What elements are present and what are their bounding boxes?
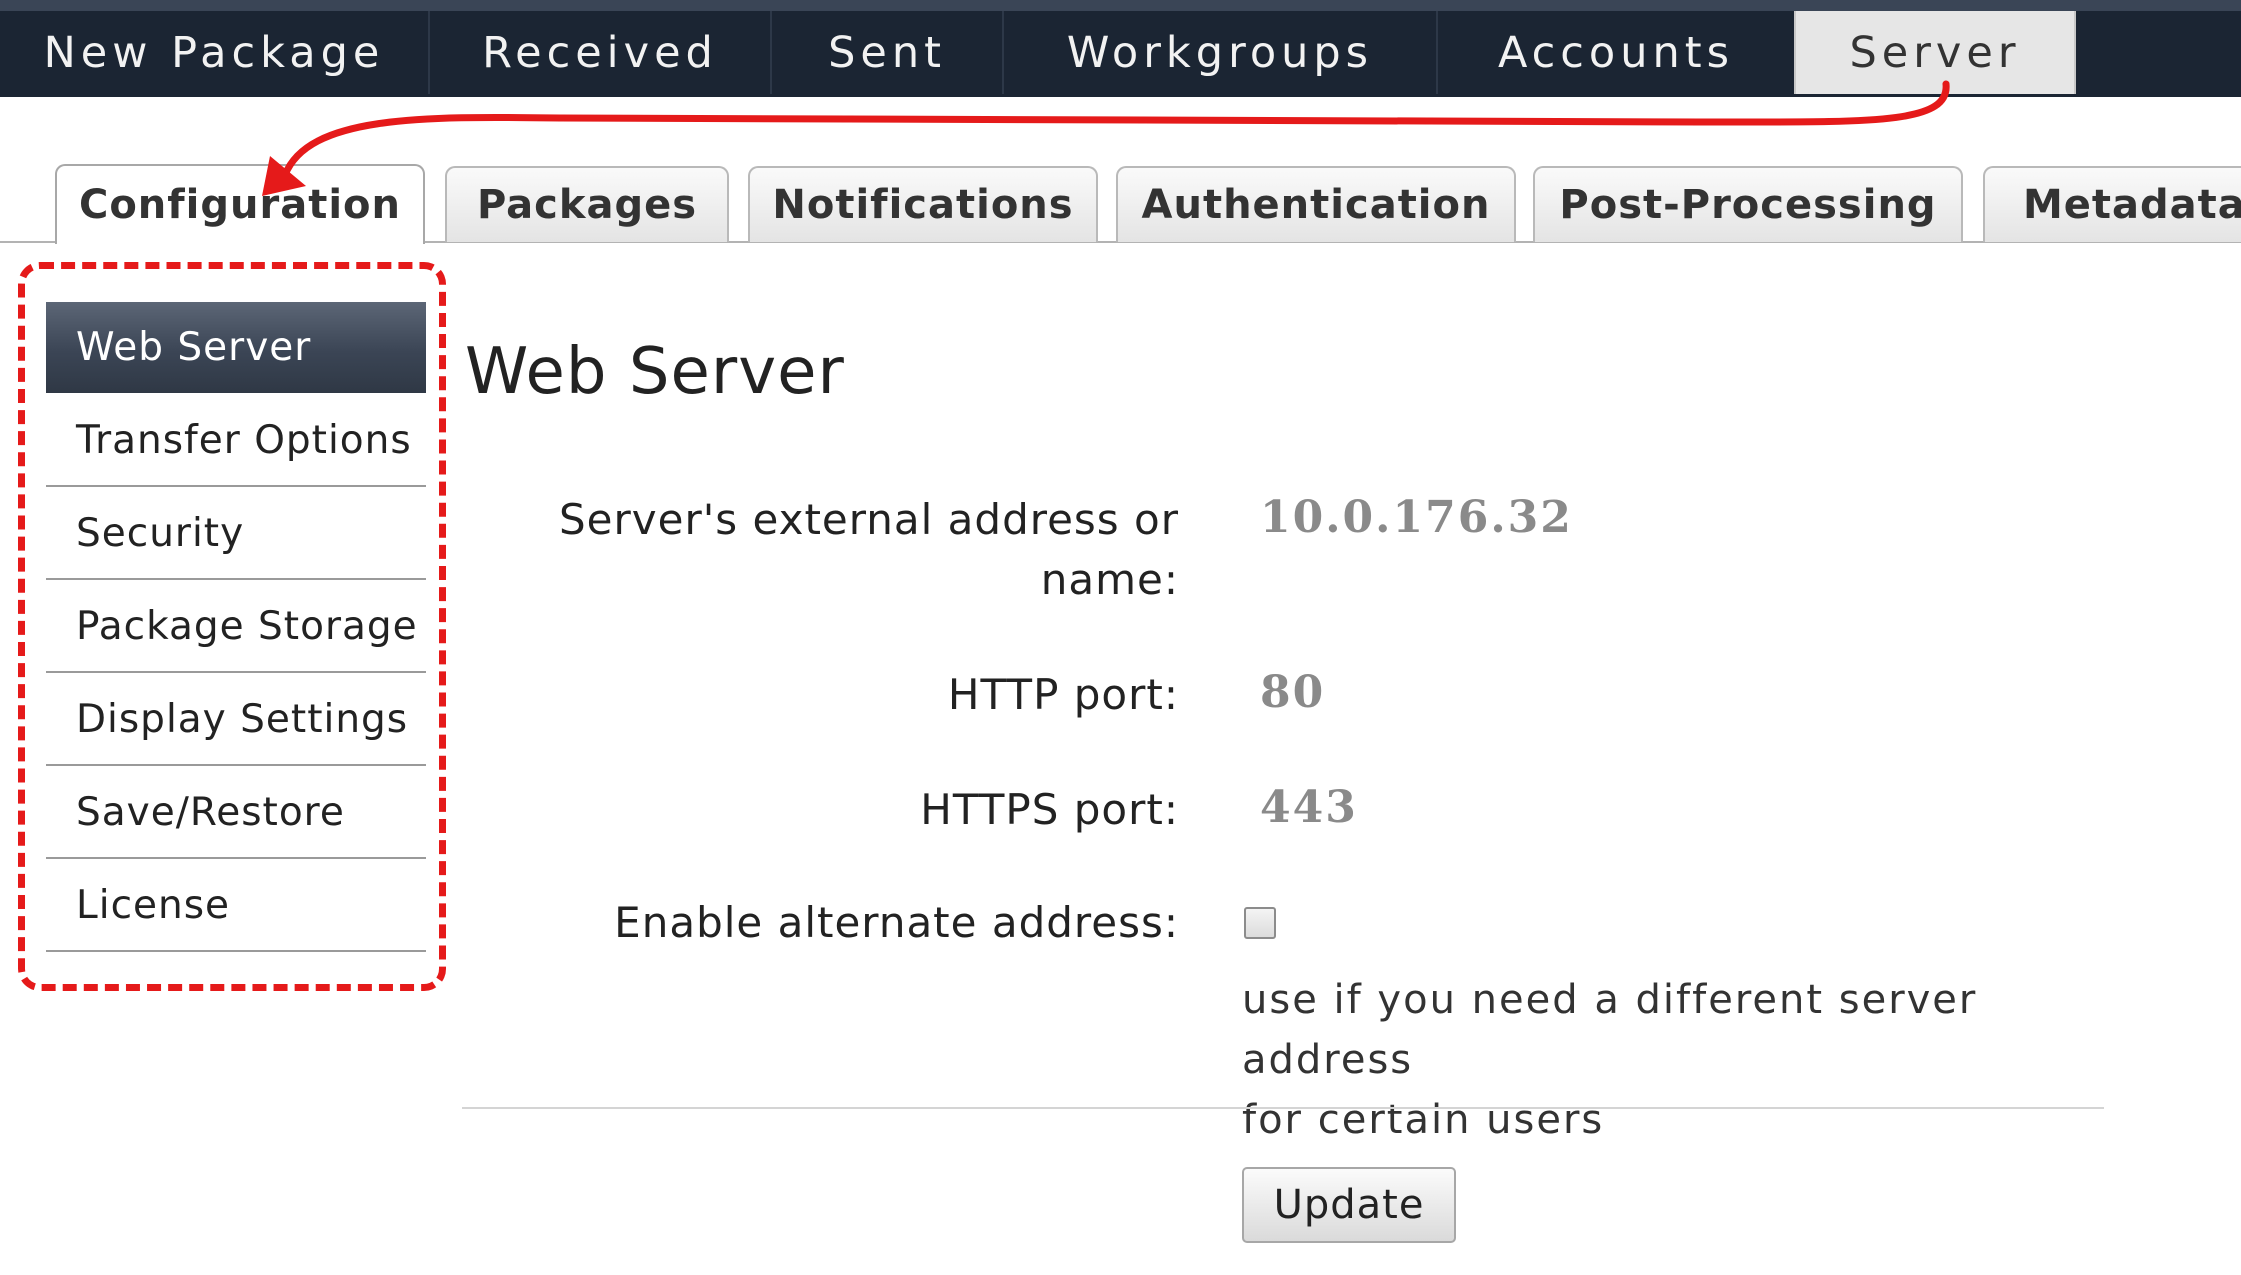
nav-sent[interactable]: Sent [772, 11, 1002, 94]
tab-authentication[interactable]: Authentication [1116, 166, 1516, 242]
tab-configuration[interactable]: Configuration [55, 164, 425, 244]
sidebar-item-license[interactable]: License [46, 861, 426, 952]
alternate-address-help-line1: use if you need a different server addre… [1242, 977, 1978, 1083]
external-address-label-line1: Server's external address or [559, 495, 1179, 544]
alternate-address-checkbox[interactable] [1244, 907, 1276, 939]
external-address-label-line2: name: [1040, 555, 1179, 604]
nav-received[interactable]: Received [430, 11, 770, 94]
external-address-value: 10.0.176.32 [1260, 492, 1573, 543]
sidebar-item-security[interactable]: Security [46, 489, 426, 580]
alternate-address-help: use if you need a different server addre… [1242, 970, 2142, 1150]
top-navigation-bar: New Package Received Sent Workgroups Acc… [0, 0, 2241, 97]
sidebar-item-package-storage[interactable]: Package Storage [46, 582, 426, 673]
https-port-label: HTTPS port: [920, 785, 1179, 834]
active-tab-gap [57, 239, 421, 245]
https-port-value: 443 [1260, 782, 1358, 833]
page-title: Web Server [465, 335, 845, 409]
nav-new-package[interactable]: New Package [0, 11, 428, 94]
external-address-label: Server's external address or name: [559, 490, 1179, 610]
alternate-address-help-line2: for certain users [1242, 1097, 1605, 1143]
tab-metadata[interactable]: Metadata [1983, 166, 2241, 242]
nav-workgroups[interactable]: Workgroups [1004, 11, 1436, 94]
nav-accounts[interactable]: Accounts [1438, 11, 1794, 94]
form-divider [462, 1107, 2104, 1109]
tab-post-processing[interactable]: Post-Processing [1533, 166, 1963, 242]
sidebar-item-save-restore[interactable]: Save/Restore [46, 768, 426, 859]
sidebar-item-web-server[interactable]: Web Server [46, 302, 426, 393]
alternate-address-label: Enable alternate address: [614, 898, 1179, 947]
tab-packages[interactable]: Packages [445, 166, 729, 242]
update-button[interactable]: Update [1242, 1167, 1456, 1243]
sidebar-item-transfer-options[interactable]: Transfer Options [46, 396, 426, 487]
nav-server[interactable]: Server [1794, 11, 2076, 94]
http-port-label: HTTP port: [947, 670, 1179, 719]
tab-notifications[interactable]: Notifications [748, 166, 1098, 242]
sidebar-item-display-settings[interactable]: Display Settings [46, 675, 426, 766]
http-port-value: 80 [1260, 667, 1326, 718]
